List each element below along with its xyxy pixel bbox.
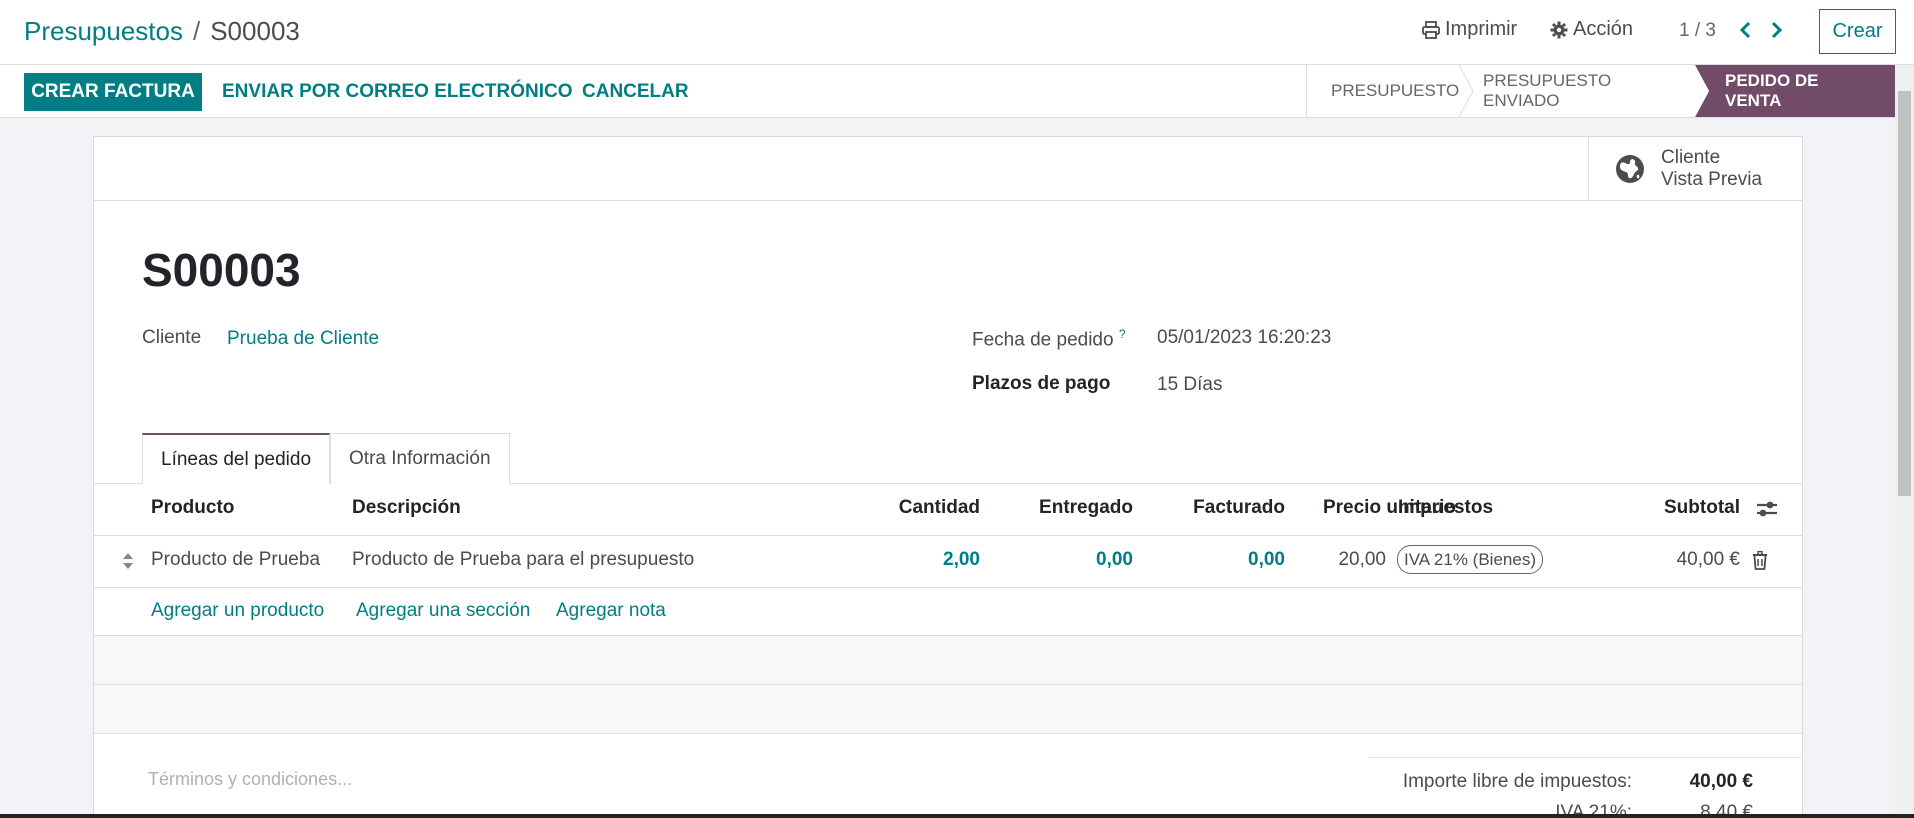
- column-header-description[interactable]: Descripción: [352, 497, 461, 519]
- order-date-field[interactable]: 05/01/2023 16:20:23: [1157, 327, 1331, 349]
- scrollbar-thumb[interactable]: [1898, 91, 1911, 496]
- stage-sales-order-label: PEDIDO DE VENTA: [1725, 71, 1819, 110]
- add-product-link[interactable]: Agregar un producto: [151, 600, 324, 622]
- optional-columns-toggle[interactable]: [1756, 499, 1778, 524]
- payment-terms-label: Plazos de pago: [972, 373, 1111, 394]
- breadcrumb-parent-link[interactable]: Presupuestos: [24, 16, 183, 46]
- payment-terms-field[interactable]: 15 Días: [1157, 374, 1222, 396]
- customer-label: Cliente: [142, 327, 202, 348]
- stage-arrow: [1459, 65, 1473, 117]
- send-email-button[interactable]: ENVIAR POR CORREO ELECTRÓNICO: [222, 73, 572, 111]
- add-note-link[interactable]: Agregar nota: [556, 600, 666, 622]
- order-date-label-text: Fecha de pedido: [972, 329, 1114, 351]
- status-bar: CREAR FACTURA ENVIAR POR CORREO ELECTRÓN…: [0, 65, 1914, 118]
- totals-divider: [1369, 757, 1802, 758]
- cell-subtotal: 40,00 €: [1676, 549, 1740, 570]
- chevron-left-icon: [1739, 21, 1751, 39]
- trash-icon: [1753, 550, 1767, 570]
- untaxed-amount-label: Importe libre de impuestos:: [1402, 771, 1632, 792]
- help-tooltip-icon[interactable]: ?: [1119, 327, 1126, 341]
- delete-row-button[interactable]: [1752, 550, 1768, 575]
- customer-preview-button[interactable]: Cliente Vista Previa: [1588, 137, 1802, 201]
- cell-unit-price[interactable]: 20,00: [1294, 549, 1386, 571]
- sort-handle-icon: [123, 553, 133, 569]
- row-divider: [94, 587, 1802, 588]
- bottom-strip: [0, 814, 1914, 818]
- tab-other-info[interactable]: Otra Información: [330, 433, 510, 484]
- chevron-right-icon: [1771, 21, 1783, 39]
- breadcrumb: Presupuestos / S00003: [24, 16, 300, 47]
- column-header-quantity[interactable]: Cantidad: [807, 497, 980, 519]
- action-button[interactable]: Acción: [1550, 18, 1633, 41]
- stage-quotation-label: PRESUPUESTO: [1331, 81, 1460, 100]
- globe-icon: [1616, 155, 1644, 183]
- customer-field[interactable]: Prueba de Cliente: [227, 328, 379, 350]
- stage-sales-order[interactable]: PEDIDO DE VENTA: [1695, 65, 1895, 117]
- control-panel: Presupuestos / S00003 Imprimir Acción 1 / …: [0, 0, 1914, 65]
- column-header-product[interactable]: Producto: [151, 497, 234, 519]
- terms-and-conditions-field[interactable]: Términos y condiciones...: [148, 769, 352, 790]
- button-box: Cliente Vista Previa: [94, 137, 1802, 201]
- print-button[interactable]: Imprimir: [1422, 18, 1517, 41]
- create-invoice-button[interactable]: CREAR FACTURA: [24, 73, 202, 111]
- pager-previous-button[interactable]: [1734, 18, 1756, 42]
- row-drag-handle[interactable]: [122, 552, 134, 575]
- sliders-icon: [1757, 501, 1777, 517]
- tab-order-lines[interactable]: Líneas del pedido: [142, 433, 331, 484]
- order-title: S00003: [142, 244, 301, 296]
- pager-value[interactable]: 1 / 3: [1679, 20, 1716, 42]
- gear-icon: [1550, 21, 1568, 38]
- breadcrumb-current: S00003: [210, 16, 300, 46]
- preview-label-line2: Vista Previa: [1661, 169, 1763, 190]
- print-icon: [1422, 20, 1440, 39]
- notebook-tabs: Líneas del pedido Otra Información: [142, 433, 510, 484]
- page-scrollbar[interactable]: [1895, 65, 1914, 818]
- stage-quotation[interactable]: PRESUPUESTO: [1307, 65, 1473, 117]
- column-header-subtotal[interactable]: Subtotal: [1594, 497, 1740, 519]
- add-section-link[interactable]: Agregar una sección: [356, 600, 530, 622]
- preview-label-line1: Cliente: [1661, 147, 1721, 168]
- pager-next-button[interactable]: [1766, 18, 1788, 42]
- stage-quotation-sent-label: PRESUPUESTO ENVIADO: [1483, 71, 1612, 110]
- empty-row: [94, 636, 1802, 684]
- cell-product[interactable]: Producto de Prueba: [151, 549, 320, 571]
- untaxed-amount-value: 40,00 €: [1689, 771, 1753, 792]
- stage-arrow: [1695, 65, 1709, 117]
- cell-description[interactable]: Producto de Prueba para el presupuesto: [352, 549, 694, 571]
- action-label: Acción: [1573, 18, 1634, 40]
- print-label: Imprimir: [1445, 18, 1518, 40]
- cell-invoiced[interactable]: 0,00: [1172, 549, 1285, 571]
- column-header-delivered[interactable]: Entregado: [958, 497, 1133, 519]
- order-date-label: Fecha de pedido ?: [972, 327, 1126, 351]
- row-divider: [94, 733, 1802, 734]
- breadcrumb-separator: /: [192, 16, 201, 46]
- stage-quotation-sent[interactable]: PRESUPUESTO ENVIADO: [1459, 65, 1709, 117]
- cell-delivered[interactable]: 0,00: [1020, 549, 1133, 571]
- stage-pipeline: PRESUPUESTO PRESUPUESTO ENVIADO PEDIDO D…: [1306, 65, 1895, 117]
- cell-quantity[interactable]: 2,00: [867, 549, 980, 571]
- cancel-button[interactable]: CANCELAR: [582, 73, 689, 111]
- empty-row: [94, 685, 1802, 733]
- form-sheet: Cliente Vista Previa S00003 Cliente Prue…: [93, 136, 1803, 818]
- column-header-taxes[interactable]: Impuestos: [1398, 497, 1493, 519]
- tax-badge[interactable]: IVA 21% (Bienes): [1397, 545, 1543, 574]
- create-button[interactable]: Crear: [1819, 9, 1896, 54]
